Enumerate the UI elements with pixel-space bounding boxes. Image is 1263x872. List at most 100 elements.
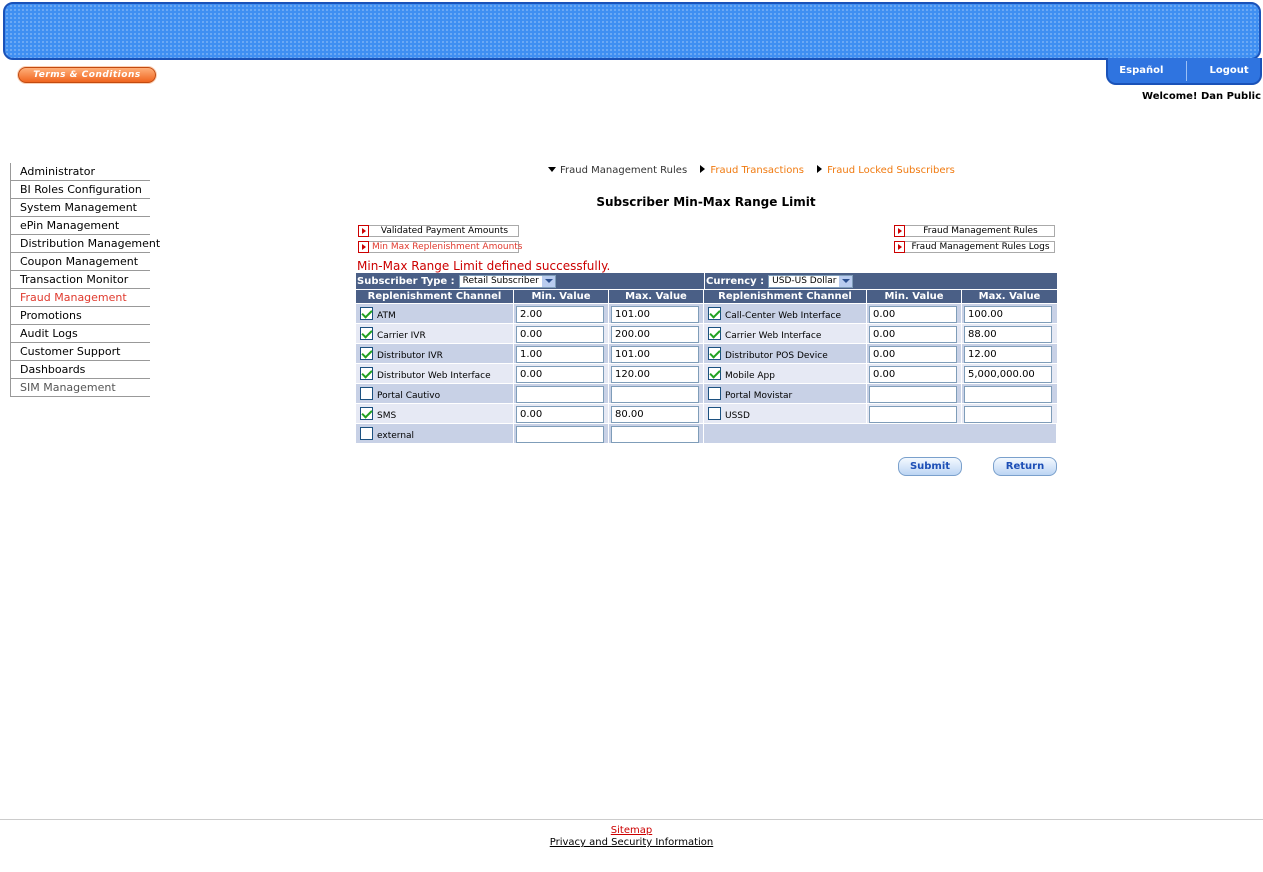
channel-label: Carrier Web Interface xyxy=(725,330,822,341)
espanol-link[interactable]: Español xyxy=(1119,65,1163,76)
min-value-input[interactable]: 1.00 xyxy=(516,346,604,363)
min-value-input[interactable] xyxy=(869,386,957,403)
channel-label: external xyxy=(377,430,415,441)
channel-checkbox[interactable] xyxy=(360,407,373,420)
min-value-input[interactable]: 0.00 xyxy=(869,326,957,343)
privacy-link[interactable]: Privacy and Security Information xyxy=(0,837,1263,848)
channel-checkbox[interactable] xyxy=(360,387,373,400)
min-value-input[interactable]: 0.00 xyxy=(869,346,957,363)
arrow-icon xyxy=(894,241,905,253)
channel-checkbox[interactable] xyxy=(360,367,373,380)
channel-label: Distributor IVR xyxy=(377,350,443,361)
sidebar-item-epin-management[interactable]: ePin Management xyxy=(10,217,150,235)
channel-checkbox[interactable] xyxy=(708,407,721,420)
tab-divider xyxy=(1185,60,1187,81)
channel-checkbox[interactable] xyxy=(708,307,721,320)
channel-checkbox[interactable] xyxy=(360,327,373,340)
triangle-right-icon xyxy=(700,165,706,173)
header-min: Min. Value xyxy=(867,289,962,303)
max-value-input[interactable]: 101.00 xyxy=(611,306,699,323)
sidebar-item-transaction-monitor[interactable]: Transaction Monitor xyxy=(10,271,150,289)
sitemap-link[interactable]: Sitemap xyxy=(0,825,1263,836)
min-value-input[interactable] xyxy=(869,406,957,423)
max-cell xyxy=(609,384,704,403)
sidebar-item-system-management[interactable]: System Management xyxy=(10,199,150,217)
max-cell: 100.00 xyxy=(962,304,1057,323)
max-value-input[interactable] xyxy=(611,386,699,403)
min-value-input[interactable] xyxy=(516,386,604,403)
channel-checkbox[interactable] xyxy=(708,387,721,400)
sidebar-item-dashboards[interactable]: Dashboards xyxy=(10,361,150,379)
max-value-input[interactable]: 200.00 xyxy=(611,326,699,343)
min-max-replenishment-link[interactable]: Min Max Replenishment Amounts xyxy=(358,241,523,253)
min-cell: 0.00 xyxy=(867,364,962,383)
chevron-down-icon xyxy=(541,275,555,287)
validated-payment-amounts-link[interactable]: Validated Payment Amounts xyxy=(358,225,519,237)
sidebar-item-audit-logs[interactable]: Audit Logs xyxy=(10,325,150,343)
sidebar-item-customer-support[interactable]: Customer Support xyxy=(10,343,150,361)
channel-checkbox[interactable] xyxy=(360,347,373,360)
submit-button[interactable]: Submit xyxy=(898,457,962,476)
return-button[interactable]: Return xyxy=(993,457,1057,476)
max-value-input[interactable]: 12.00 xyxy=(964,346,1052,363)
page-title: Subscriber Min-Max Range Limit xyxy=(596,195,816,209)
min-value-input[interactable] xyxy=(516,426,604,443)
channel-checkbox[interactable] xyxy=(708,327,721,340)
min-value-input[interactable]: 0.00 xyxy=(516,406,604,423)
max-cell: 5,000,000.00 xyxy=(962,364,1057,383)
min-cell: 0.00 xyxy=(514,324,609,343)
max-value-input[interactable]: 80.00 xyxy=(611,406,699,423)
channel-checkbox[interactable] xyxy=(360,427,373,440)
fraud-management-rules-link[interactable]: Fraud Management Rules xyxy=(894,225,1055,237)
channel-checkbox[interactable] xyxy=(360,307,373,320)
sidebar-item-promotions[interactable]: Promotions xyxy=(10,307,150,325)
table-body: ATM 2.00 101.00 Call-Center Web Interface 0.… xyxy=(356,303,1057,443)
channel-cell: Mobile App xyxy=(704,364,867,383)
header-max: Max. Value xyxy=(962,289,1057,303)
logout-link[interactable]: Logout xyxy=(1210,65,1249,76)
terms-conditions-button[interactable]: Terms & Conditions xyxy=(18,67,156,83)
sidebar-item-sim-management[interactable]: SIM Management xyxy=(10,379,150,397)
max-value-input[interactable] xyxy=(611,426,699,443)
subscriber-type-cell: Subscriber Type : Retail Subscriber xyxy=(356,274,704,288)
max-value-input[interactable]: 5,000,000.00 xyxy=(964,366,1052,383)
top-nav: Fraud Management Rules Fraud Transaction… xyxy=(548,165,965,176)
max-value-input[interactable]: 101.00 xyxy=(611,346,699,363)
footer-divider xyxy=(0,819,1263,820)
nav-current[interactable]: Fraud Management Rules xyxy=(548,165,687,176)
channel-cell: Portal Movistar xyxy=(704,384,867,403)
sidebar-item-coupon-management[interactable]: Coupon Management xyxy=(10,253,150,271)
nav-fraud-transactions[interactable]: Fraud Transactions xyxy=(700,165,804,176)
fraud-management-rules-logs-link[interactable]: Fraud Management Rules Logs xyxy=(894,241,1055,253)
sidebar-item-bi-roles-configuration[interactable]: BI Roles Configuration xyxy=(10,181,150,199)
sidebar-item-fraud-management[interactable]: Fraud Management xyxy=(10,289,150,307)
min-value-input[interactable]: 0.00 xyxy=(869,306,957,323)
filter-bar: Subscriber Type : Retail Subscriber Curr… xyxy=(356,273,1057,289)
min-value-input[interactable]: 2.00 xyxy=(516,306,604,323)
min-cell xyxy=(514,384,609,403)
min-value-input[interactable]: 0.00 xyxy=(516,366,604,383)
max-cell: 101.00 xyxy=(609,344,704,363)
max-value-input[interactable]: 100.00 xyxy=(964,306,1052,323)
arrow-icon xyxy=(894,225,905,237)
nav-fraud-locked-subscribers[interactable]: Fraud Locked Subscribers xyxy=(817,165,955,176)
subscriber-type-select[interactable]: Retail Subscriber xyxy=(458,274,556,288)
max-value-input[interactable]: 88.00 xyxy=(964,326,1052,343)
max-value-input[interactable] xyxy=(964,386,1052,403)
sidebar-item-distribution-management[interactable]: Distribution Management xyxy=(10,235,160,253)
min-cell: 0.00 xyxy=(514,364,609,383)
min-cell xyxy=(867,404,962,423)
min-value-input[interactable]: 0.00 xyxy=(516,326,604,343)
empty-cell xyxy=(704,424,1057,443)
sidebar-item-administrator[interactable]: Administrator xyxy=(10,163,150,181)
channel-checkbox[interactable] xyxy=(708,347,721,360)
currency-select[interactable]: USD-US Dollar xyxy=(768,274,854,288)
channel-checkbox[interactable] xyxy=(708,367,721,380)
min-value-input[interactable]: 0.00 xyxy=(869,366,957,383)
min-cell: 0.00 xyxy=(514,404,609,423)
max-value-input[interactable]: 120.00 xyxy=(611,366,699,383)
header-banner xyxy=(3,2,1261,60)
channel-label: Mobile App xyxy=(725,370,775,381)
currency-cell: Currency : USD-US Dollar xyxy=(705,274,854,288)
max-value-input[interactable] xyxy=(964,406,1052,423)
